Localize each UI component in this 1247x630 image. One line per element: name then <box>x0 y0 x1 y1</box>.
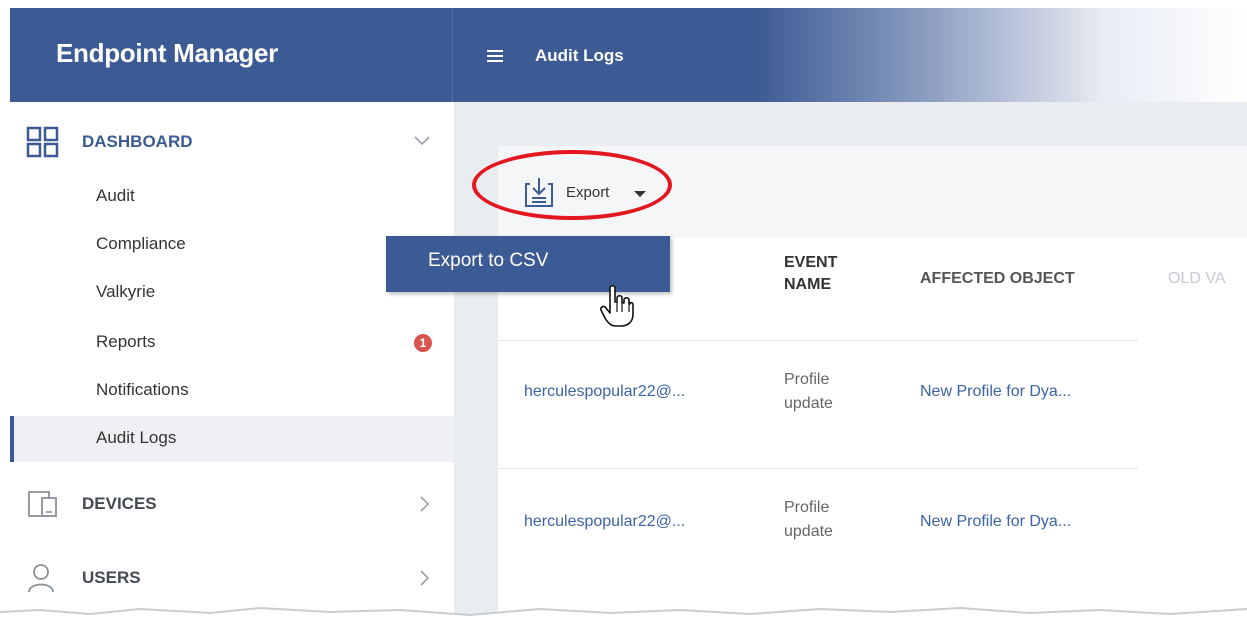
notification-badge: 1 <box>414 334 432 352</box>
affected-object-link[interactable]: New Profile for Dya... <box>920 383 1071 401</box>
user-link[interactable]: herculespopular22@... <box>524 513 685 531</box>
sidebar-item-label: Valkyrie <box>96 282 156 301</box>
sidebar: DASHBOARD Audit Compliance Valkyrie Repo… <box>10 102 455 620</box>
sidebar-item-audit[interactable]: Audit <box>10 174 454 220</box>
sidebar-section-devices[interactable]: DEVICES <box>10 478 454 530</box>
page-title: Audit Logs <box>535 46 624 65</box>
hamburger-menu-icon[interactable] <box>487 50 503 63</box>
devices-icon <box>28 491 57 517</box>
sidebar-item-audit-logs[interactable]: Audit Logs <box>10 416 454 462</box>
app-title: Endpoint Manager <box>56 38 278 68</box>
sidebar-item-label: Audit Logs <box>96 428 177 447</box>
user-link[interactable]: herculespopular22@... <box>524 383 685 401</box>
chevron-right-icon[interactable] <box>420 496 430 512</box>
affected-object-link[interactable]: New Profile for Dya... <box>920 513 1071 531</box>
sidebar-item-notifications[interactable]: Notifications <box>10 368 454 414</box>
dashboard-grid-icon <box>26 126 59 158</box>
event-name-cell: Profile update <box>784 371 833 412</box>
event-name-cell: Profile update <box>784 499 833 540</box>
sidebar-item-label: Audit <box>96 186 135 205</box>
chevron-down-icon[interactable] <box>414 136 430 146</box>
export-to-csv-option[interactable]: Export to CSV <box>428 250 548 272</box>
torn-edge-decoration <box>0 606 1247 630</box>
divider <box>498 468 1138 469</box>
sidebar-section-label: DASHBOARD <box>82 132 193 151</box>
sidebar-section-label: USERS <box>82 568 141 587</box>
app-window: Endpoint Manager Audit Logs DASHBOARD Au… <box>10 8 1247 620</box>
column-header-affected-object[interactable]: AFFECTED OBJECT <box>920 268 1075 290</box>
hand-pointer-icon <box>600 284 634 327</box>
sidebar-item-reports[interactable]: Reports 1 <box>10 320 454 366</box>
sidebar-section-label: DEVICES <box>82 494 157 513</box>
column-header-old-value[interactable]: OLD VA <box>1168 268 1226 290</box>
highlight-annotation <box>472 150 672 220</box>
top-bar: Audit Logs <box>452 8 1247 102</box>
sidebar-item-label: Notifications <box>96 380 189 399</box>
divider <box>498 340 1138 341</box>
chevron-right-icon[interactable] <box>420 570 430 586</box>
sidebar-item-label: Compliance <box>96 234 186 253</box>
sidebar-item-label: Reports <box>96 332 156 351</box>
column-header-event-name[interactable]: EVENT NAME <box>784 252 837 296</box>
brand-header: Endpoint Manager <box>10 8 452 102</box>
sidebar-section-dashboard[interactable]: DASHBOARD <box>10 116 454 168</box>
